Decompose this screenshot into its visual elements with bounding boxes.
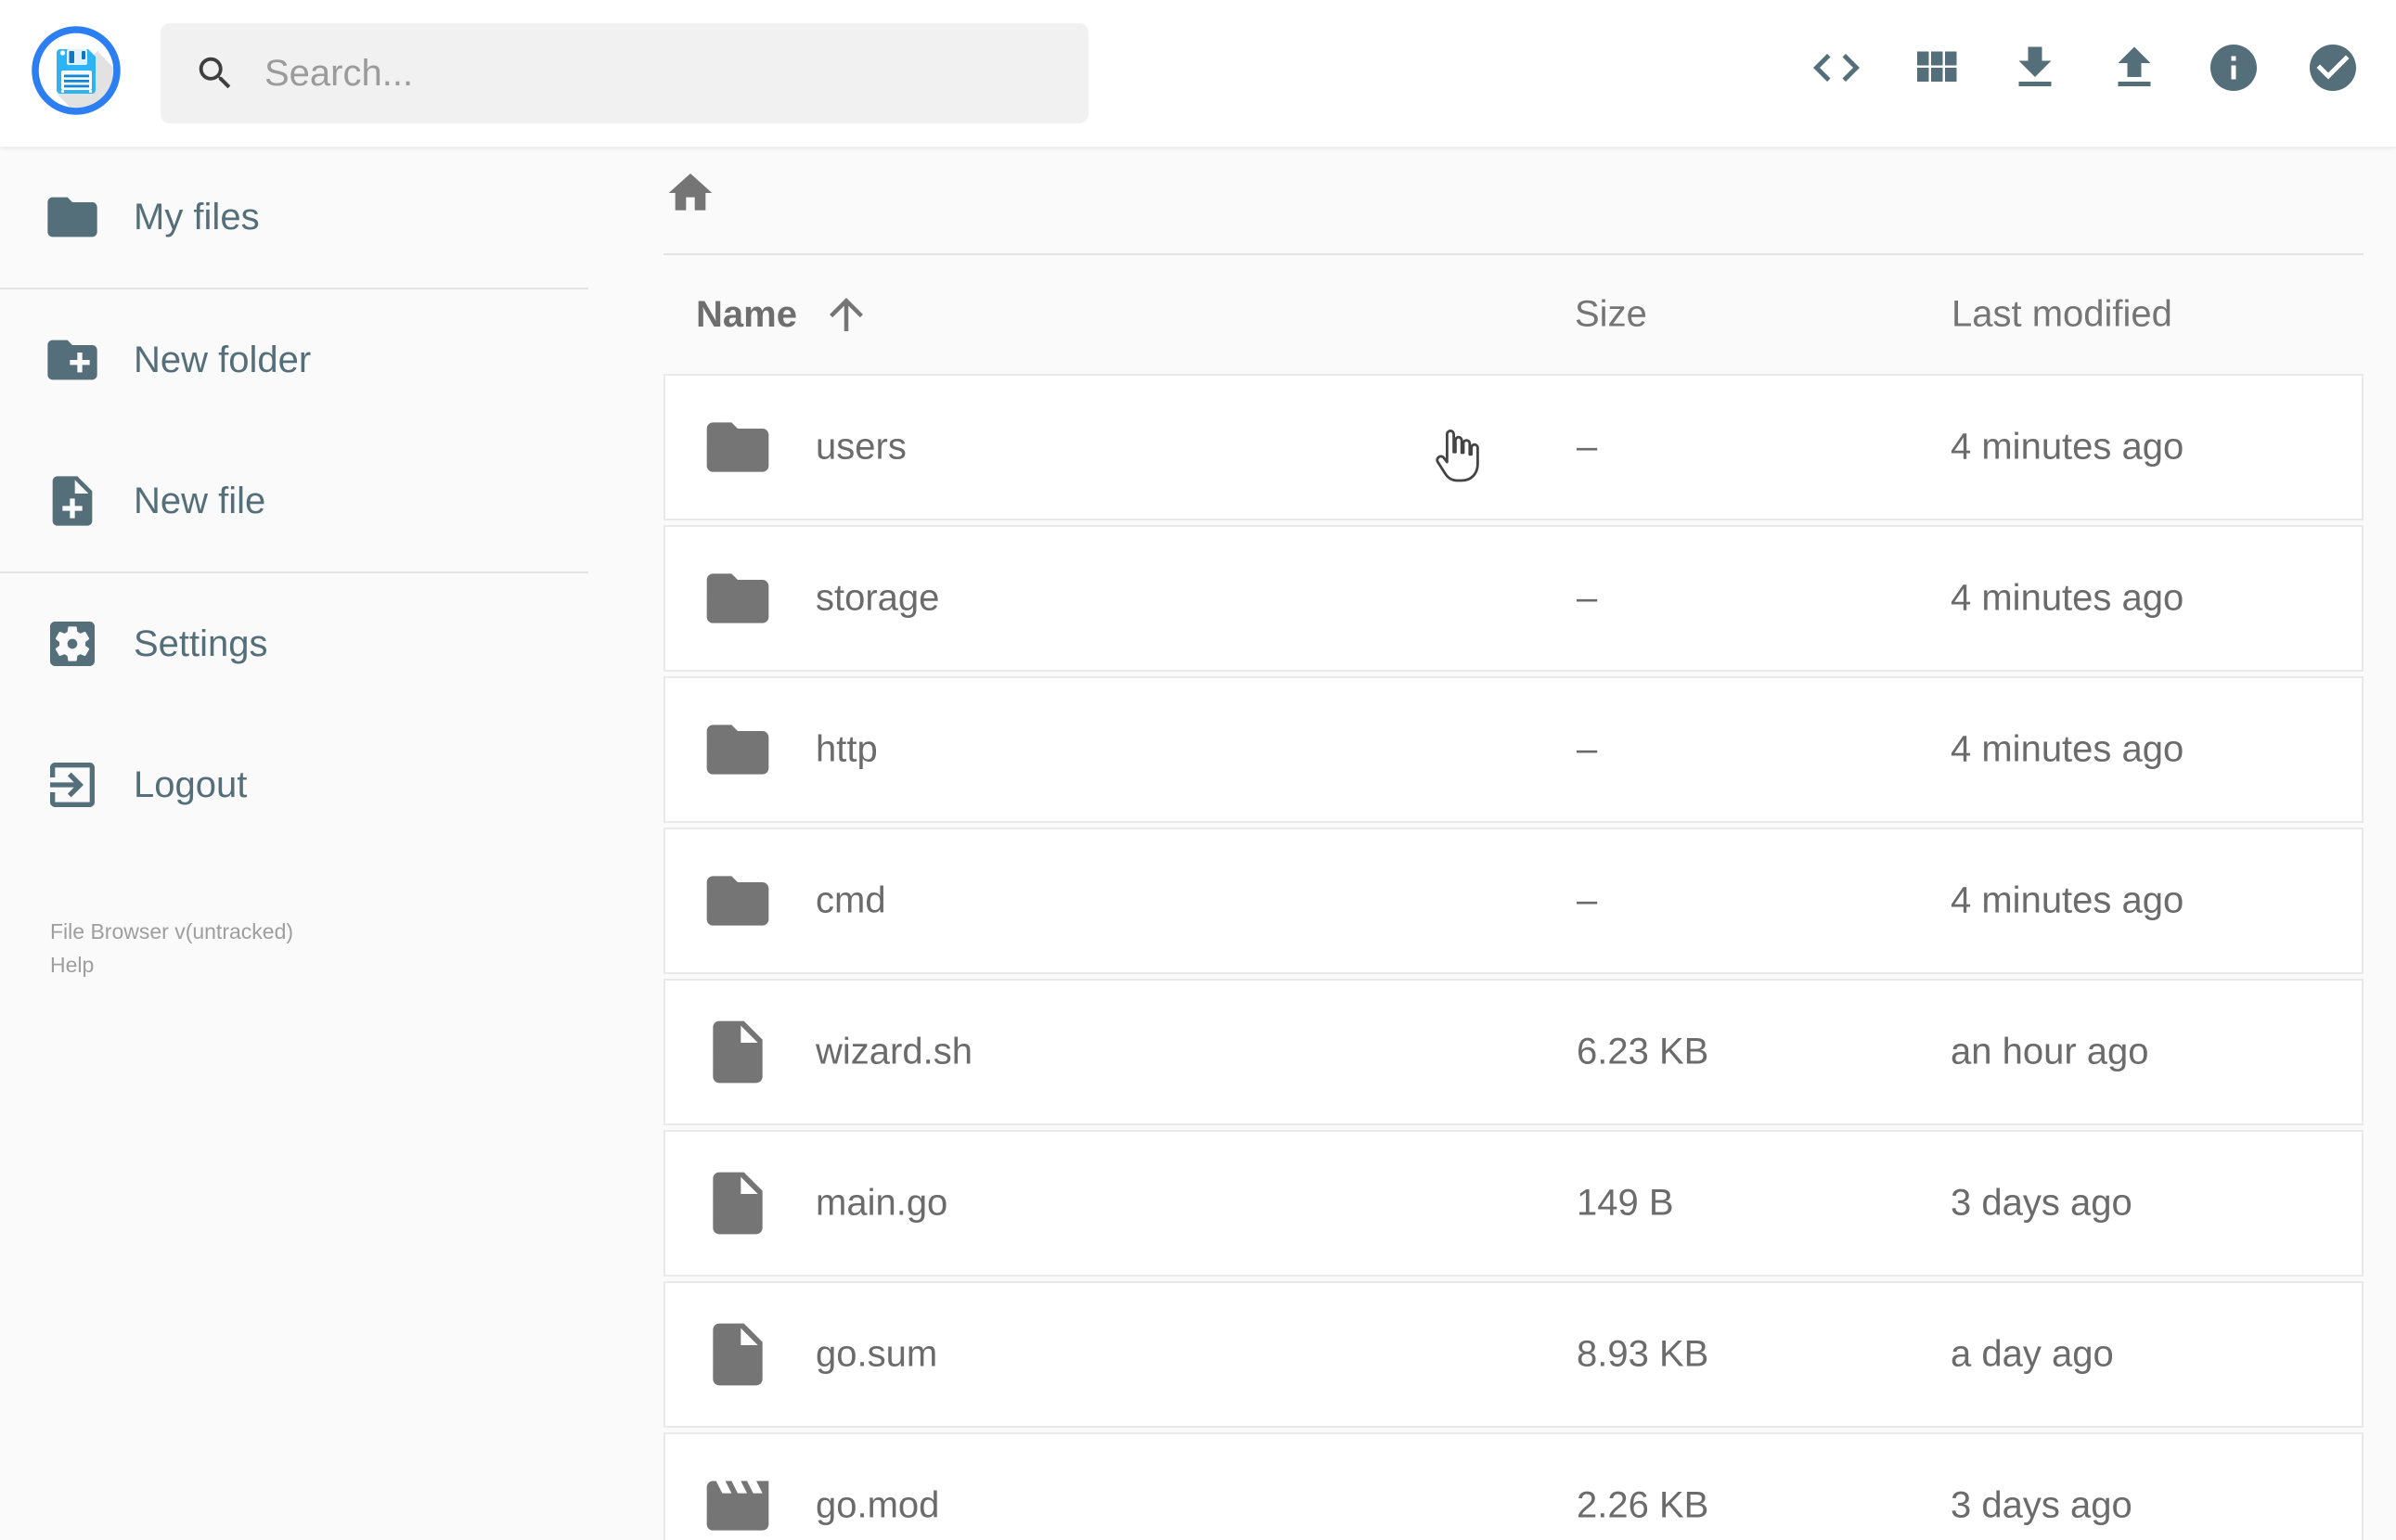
file-modified: 4 minutes ago	[1951, 728, 2184, 770]
sidebar-item-label: Logout	[134, 764, 248, 805]
file-modified: 4 minutes ago	[1951, 879, 2184, 921]
sidebar-item-logout[interactable]: Logout	[0, 714, 588, 855]
file-row-storage[interactable]: storage – 4 minutes ago	[663, 525, 2364, 672]
column-header-modified[interactable]: Last modified	[1952, 294, 2172, 336]
filebrowser-app: Search... My files New folder New file Sett…	[0, 0, 2396, 1540]
folder-icon-slot	[701, 712, 775, 787]
view-module-icon	[1917, 51, 1957, 82]
search-input[interactable]: Search...	[161, 23, 1089, 123]
file-modified: an hour ago	[1951, 1031, 2149, 1072]
file-name: users	[816, 426, 907, 468]
insert-drive-file-icon	[713, 1323, 763, 1386]
exit-to-app-icon	[50, 763, 95, 807]
floppy-disk-logo-icon	[32, 26, 121, 115]
upload-button[interactable]	[2106, 40, 2162, 96]
file-size: –	[1577, 426, 1598, 468]
check-circle-icon	[2310, 45, 2356, 91]
file-modified: 3 days ago	[1951, 1484, 2132, 1526]
code-icon	[1813, 54, 1860, 82]
file-name: wizard.sh	[816, 1031, 973, 1072]
sidebar: My files New folder New file Settings Logout…	[0, 147, 588, 1540]
sidebar-item-label: My files	[134, 196, 260, 237]
file-row-cmd[interactable]: cmd – 4 minutes ago	[663, 828, 2364, 974]
app-logo[interactable]	[30, 24, 122, 117]
folder-icon	[706, 422, 769, 472]
header-bar: Search...	[0, 0, 2396, 147]
file-size: 8.93 KB	[1577, 1333, 1709, 1375]
sidebar-item-settings[interactable]: Settings	[0, 573, 588, 714]
arrow-upward-icon	[829, 298, 863, 331]
file-row-users[interactable]: users – 4 minutes ago	[663, 374, 2364, 520]
file-name: storage	[816, 577, 940, 619]
help-link[interactable]: Help	[50, 948, 293, 982]
header-toolbar	[1809, 40, 2361, 96]
insert-drive-file-icon	[713, 1172, 763, 1235]
file-size: –	[1577, 728, 1598, 770]
file-download-icon	[2018, 46, 2052, 86]
column-header-size[interactable]: Size	[1575, 294, 1647, 336]
file-size: 2.26 KB	[1577, 1484, 1709, 1526]
folder-icon	[47, 197, 97, 237]
file-name: http	[816, 728, 878, 770]
file-name: main.go	[816, 1182, 948, 1224]
file-modified: 3 days ago	[1951, 1182, 2132, 1224]
file-row-wizard.sh[interactable]: wizard.sh 6.23 KB an hour ago	[663, 979, 2364, 1125]
sidebar-item-new-file[interactable]: New file	[0, 430, 588, 571]
info-button[interactable]	[2206, 40, 2261, 96]
app-version-text: File Browser v(untracked)	[50, 919, 294, 943]
movie-icon-slot	[701, 1469, 775, 1540]
listing-header-row: Name Size Last modified	[663, 255, 2364, 374]
file-listing-area: Name Size Last modified users – 4 minutes …	[588, 147, 2396, 1540]
file-size: –	[1577, 577, 1598, 619]
insert-drive-file-icon-slot	[701, 1015, 775, 1089]
sidebar-item-label: New folder	[134, 339, 312, 380]
download-button[interactable]	[2007, 40, 2063, 96]
file-row-main.go[interactable]: main.go 149 B 3 days ago	[663, 1130, 2364, 1277]
insert-drive-file-icon	[713, 1020, 763, 1084]
settings-applications-icon	[50, 622, 95, 666]
column-header-name[interactable]: Name	[696, 289, 871, 340]
file-name: go.mod	[816, 1484, 940, 1526]
file-modified: 4 minutes ago	[1951, 577, 2184, 619]
folder-icon-slot	[701, 864, 775, 938]
file-modified: 4 minutes ago	[1951, 426, 2184, 468]
search-placeholder: Search...	[264, 52, 414, 94]
home-icon	[664, 173, 716, 222]
info-icon	[2210, 45, 2257, 91]
shell-button[interactable]	[1809, 40, 1864, 96]
file-row-go.sum[interactable]: go.sum 8.93 KB a day ago	[663, 1281, 2364, 1428]
file-row-http[interactable]: http – 4 minutes ago	[663, 676, 2364, 823]
file-size: –	[1577, 879, 1598, 921]
home-icon	[668, 173, 713, 211]
sidebar-item-label: New file	[134, 480, 266, 521]
search-icon	[194, 52, 237, 95]
file-size: 6.23 KB	[1577, 1031, 1709, 1072]
folder-icon-slot	[701, 561, 775, 635]
file-name: cmd	[816, 879, 886, 921]
select-multiple-button[interactable]	[2305, 40, 2361, 96]
insert-drive-file-icon-slot	[701, 1317, 775, 1392]
folder-icon-slot	[701, 410, 775, 484]
sidebar-item-label: Settings	[134, 622, 268, 664]
breadcrumb-home-button[interactable]	[664, 167, 716, 219]
file-row-go.mod[interactable]: go.mod 2.26 KB 3 days ago	[663, 1432, 2364, 1540]
folder-icon	[706, 573, 769, 623]
folder-icon	[706, 876, 769, 926]
sidebar-item-my-files[interactable]: My files	[0, 147, 588, 288]
file-listing: Name Size Last modified users – 4 minutes …	[663, 253, 2364, 1540]
sidebar-footer: File Browser v(untracked) Help	[50, 915, 293, 982]
search-icon	[199, 57, 231, 89]
folder-icon	[706, 725, 769, 775]
movie-icon	[706, 1481, 769, 1531]
file-size: 149 B	[1577, 1182, 1674, 1224]
file-modified: a day ago	[1951, 1333, 2114, 1375]
sidebar-item-new-folder[interactable]: New folder	[0, 289, 588, 430]
sort-ascending-icon	[821, 289, 871, 340]
note-add-icon	[52, 476, 93, 526]
switch-view-button[interactable]	[1908, 40, 1964, 96]
file-upload-icon	[2118, 46, 2151, 86]
create-new-folder-icon	[47, 340, 97, 380]
insert-drive-file-icon-slot	[701, 1166, 775, 1240]
file-name: go.sum	[816, 1333, 938, 1375]
